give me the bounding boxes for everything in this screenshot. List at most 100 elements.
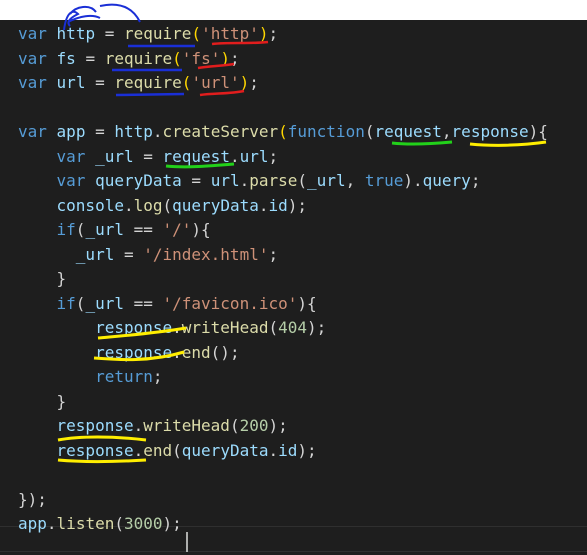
code-token: end [143,440,173,460]
code-token: . [268,440,279,460]
code-token: response [95,318,173,337]
code-line[interactable]: } [18,390,67,415]
code-token: ){ [297,293,317,313]
code-token: http [56,24,96,43]
code-token: var [18,122,47,141]
code-line[interactable]: var url = require('url'); [18,71,259,96]
code-token: ; [152,367,163,386]
code-line[interactable]: var http = require('http'); [18,22,278,47]
code-token: ); [297,440,317,460]
code-token: (); [210,342,240,362]
code-token: . [133,440,144,460]
code-token: = [181,171,211,190]
code-line[interactable]: var fs = require('fs'); [18,47,240,72]
code-token: url [239,146,269,166]
code-token: == [123,293,163,313]
code-token: , [345,171,365,190]
code-line[interactable]: var _url = request.url; [18,145,279,170]
code-token: _url [85,220,124,239]
code-token: ) [220,48,230,68]
code-line[interactable]: response.end(); [18,341,240,366]
code-token: response [95,342,173,362]
code-token: ) [239,73,250,92]
code-token: queryData [95,171,182,190]
code-token: response [451,122,529,141]
code-token: writeHead [143,416,230,435]
code-token: ( [75,293,86,313]
code-token: ) [258,24,269,43]
code-token: url [56,73,86,92]
code-token: ( [297,171,308,190]
code-line[interactable]: response.writeHead(200); [18,414,288,439]
code-line[interactable]: response.writeHead(404); [18,316,326,341]
code-token: 'fs' [181,48,221,68]
code-token: ){ [191,220,211,239]
code-token: writeHead [181,318,269,337]
code-line[interactable]: var app = http.createServer(function(req… [18,120,548,145]
code-line[interactable]: _url = '/index.html'; [18,243,278,268]
code-token: return [95,367,153,386]
code-token: var [18,24,47,43]
code-token: . [133,416,144,435]
code-token: queryData [172,195,259,215]
code-line[interactable]: }); [18,488,47,513]
code-token: _url [307,171,346,190]
code-token: if [56,220,76,239]
code-editor[interactable]: var http = require('http'); var fs = requ… [0,20,587,555]
code-token: response [56,440,134,460]
code-line[interactable]: var queryData = url.parse(_url, true).qu… [18,169,481,194]
code-token: _url [95,146,134,166]
code-token: queryData [181,440,269,460]
code-token: http [114,122,153,141]
code-token: ). [403,171,423,190]
code-token: var [56,146,86,166]
code-token: request [162,146,230,166]
code-line[interactable]: response.end(queryData.id); [18,439,317,464]
code-line[interactable]: if(_url == '/'){ [18,218,211,243]
code-token: ; [268,146,279,166]
code-token: ); [287,195,308,215]
code-token: = [75,48,105,68]
code-line[interactable]: } [18,267,67,292]
code-token: id [278,440,298,460]
code-token: id [268,195,288,215]
code-token: var [56,171,86,190]
code-token: 'http' [201,24,259,43]
code-token: ( [114,514,124,533]
code-token: ; [470,171,481,190]
code-token: '/' [162,220,192,239]
code-token: . [123,195,134,215]
code-token: console [56,195,124,215]
code-token: ( [172,48,182,68]
code-token: createServer [162,122,279,141]
code-token: ; [268,24,279,43]
code-token: = [95,24,124,43]
code-token: ( [229,416,240,435]
code-token: . [172,318,182,337]
code-token: . [46,514,57,533]
code-token: require [104,48,173,68]
code-token: = [114,244,144,264]
code-token: require [123,24,192,43]
code-token: 'url' [191,73,240,92]
code-token: ); [268,416,288,435]
code-token: ); [162,514,182,533]
code-line[interactable]: if(_url == '/favicon.ico'){ [18,292,317,317]
code-line[interactable]: console.log(queryData.id); [18,194,308,219]
code-line[interactable]: app.listen(3000); [18,512,182,537]
code-token: = [133,146,163,166]
code-token: , [441,122,452,141]
code-line[interactable]: return; [18,365,163,390]
